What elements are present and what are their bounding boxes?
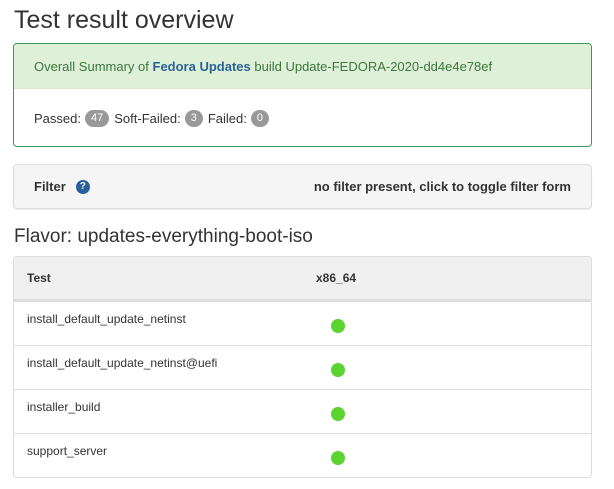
passed-status-icon[interactable] bbox=[331, 363, 345, 377]
test-name: install_default_update_netinst@uefi bbox=[27, 356, 218, 370]
table-row: support_server bbox=[14, 433, 591, 477]
table-row: install_default_update_netinst bbox=[14, 301, 591, 345]
summary-counts: Passed: 47 Soft-Failed: 3 Failed: 0 bbox=[14, 89, 591, 146]
summary-panel: Overall Summary of Fedora Updates build … bbox=[13, 43, 592, 147]
flavor-title: Flavor: updates-everything-boot-iso bbox=[14, 226, 313, 247]
help-icon[interactable]: ? bbox=[75, 179, 90, 194]
header-arch: x86_64 bbox=[316, 271, 357, 285]
softfailed-label: Soft-Failed: bbox=[114, 110, 181, 126]
test-name: installer_build bbox=[27, 400, 101, 414]
passed-label: Passed: bbox=[34, 110, 81, 126]
passed-status-icon[interactable] bbox=[331, 407, 345, 421]
product-link[interactable]: Fedora Updates bbox=[153, 59, 251, 74]
filter-heading: Filter ? bbox=[34, 179, 90, 194]
summary-build: build Update-FEDORA-2020-dd4e4e78ef bbox=[254, 59, 493, 74]
table-row: install_default_update_netinst@uefi bbox=[14, 345, 591, 389]
passed-badge: 47 bbox=[84, 109, 110, 127]
failed-badge: 0 bbox=[250, 109, 269, 127]
page-title: Test result overview bbox=[14, 6, 234, 34]
passed-status-icon[interactable] bbox=[331, 319, 345, 333]
table-row: installer_build bbox=[14, 389, 591, 433]
filter-label: Filter bbox=[34, 179, 66, 194]
results-table: Test x86_64 install_default_update_netin… bbox=[13, 256, 592, 478]
softfailed-badge: 3 bbox=[184, 109, 203, 127]
test-name: support_server bbox=[27, 444, 108, 458]
test-name: install_default_update_netinst bbox=[27, 312, 186, 326]
filter-panel[interactable]: Filter ? no filter present, click to tog… bbox=[13, 164, 592, 209]
summary-prefix: Overall Summary of bbox=[34, 59, 149, 74]
failed-label: Failed: bbox=[207, 110, 247, 126]
filter-toggle-link[interactable]: no filter present, click to toggle filte… bbox=[314, 179, 571, 194]
summary-heading: Overall Summary of Fedora Updates build … bbox=[14, 44, 591, 89]
passed-status-icon[interactable] bbox=[331, 451, 345, 465]
table-header: Test x86_64 bbox=[14, 257, 591, 301]
header-test: Test bbox=[27, 271, 51, 285]
